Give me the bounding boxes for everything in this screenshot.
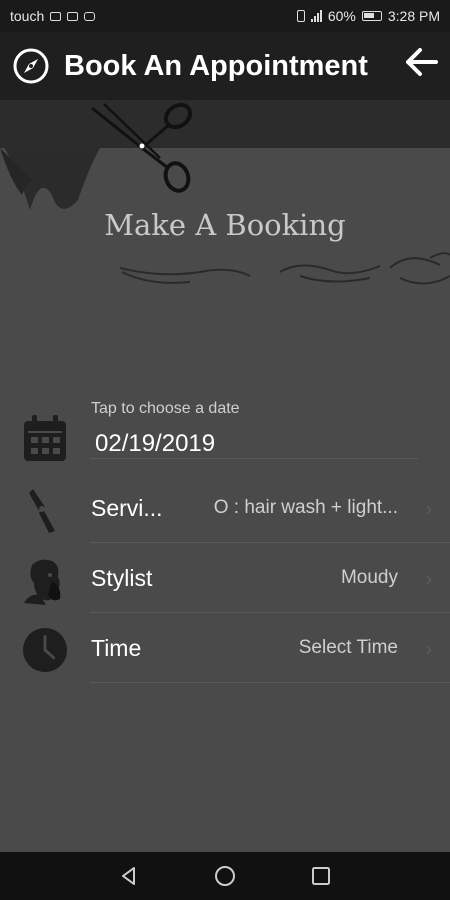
email-icon bbox=[50, 11, 62, 21]
banner-title: Make A Booking bbox=[104, 208, 346, 242]
time-row[interactable]: Time Select Time › bbox=[0, 613, 450, 683]
time-value: Select Time bbox=[298, 637, 398, 658]
calendar-icon bbox=[22, 413, 68, 468]
recents-square-icon[interactable] bbox=[309, 864, 333, 888]
back-triangle-icon[interactable] bbox=[117, 864, 141, 888]
back-arrow-icon[interactable] bbox=[404, 44, 440, 80]
stylist-row[interactable]: Stylist Moudy › bbox=[0, 543, 450, 613]
razor-icon bbox=[22, 487, 68, 533]
hair-strands bbox=[119, 252, 450, 285]
chevron-right-icon: › bbox=[426, 569, 432, 589]
scissors-icon bbox=[91, 102, 193, 193]
date-underline bbox=[90, 458, 418, 459]
date-hint: Tap to choose a date bbox=[91, 400, 240, 417]
app-bar: Book An Appointment bbox=[0, 32, 450, 100]
compass-icon[interactable] bbox=[12, 47, 50, 85]
date-picker[interactable]: Tap to choose a date 02/19/2019 bbox=[0, 388, 450, 468]
battery-percent: 60% bbox=[327, 8, 356, 24]
calendar-icon bbox=[67, 11, 79, 21]
stylist-label: Stylist bbox=[91, 565, 153, 591]
date-value[interactable]: 02/19/2019 bbox=[95, 430, 215, 458]
chevron-right-icon: › bbox=[426, 639, 432, 659]
carrier-name: touch bbox=[10, 8, 45, 24]
system-nav-bar bbox=[0, 852, 450, 900]
barber-icon bbox=[22, 557, 68, 605]
status-right: 60% 3:28 PM bbox=[296, 8, 440, 24]
service-value: O : hair wash + light... bbox=[213, 497, 398, 518]
signal-icon bbox=[310, 10, 322, 22]
status-left: touch bbox=[10, 8, 96, 24]
service-label: Servi... bbox=[91, 495, 163, 521]
row-divider bbox=[90, 682, 450, 683]
home-circle-icon[interactable] bbox=[213, 864, 237, 888]
chevron-right-icon: › bbox=[426, 499, 432, 519]
service-row[interactable]: Servi... O : hair wash + light... › bbox=[0, 473, 450, 543]
clock-time: 3:28 PM bbox=[387, 8, 440, 24]
time-label: Time bbox=[91, 635, 142, 661]
page-title: Book An Appointment bbox=[64, 49, 368, 82]
banner-decoration bbox=[0, 102, 450, 285]
stylist-value: Moudy bbox=[340, 567, 398, 588]
status-bar: touch 60% 3:28 PM bbox=[0, 0, 450, 32]
clock-icon bbox=[22, 627, 68, 673]
vibrate-icon bbox=[296, 10, 305, 22]
battery-icon bbox=[361, 11, 382, 21]
instagram-icon bbox=[84, 11, 96, 21]
